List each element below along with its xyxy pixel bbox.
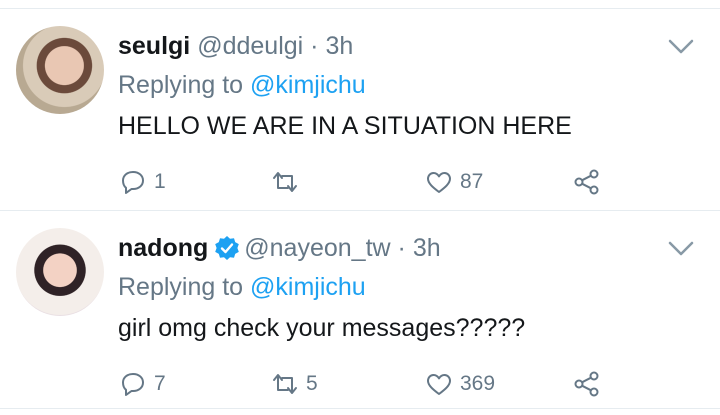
share-button[interactable] (572, 369, 602, 399)
reply-count: 7 (154, 372, 166, 395)
avatar[interactable] (16, 26, 104, 114)
share-icon (574, 169, 599, 195)
tweet-actions: 7 5 369 (118, 369, 678, 399)
share-icon (574, 371, 599, 397)
timestamp[interactable]: 3h (413, 234, 441, 262)
replying-to-label: Replying to (118, 273, 244, 301)
share-button[interactable] (572, 167, 602, 197)
separator-dot: · (310, 32, 319, 60)
avatar[interactable] (16, 228, 104, 316)
tweet-actions: 1 87 (118, 167, 678, 197)
retweet-button[interactable] (270, 167, 306, 197)
replying-to-label: Replying to (118, 71, 244, 99)
reply-button[interactable]: 7 (118, 369, 166, 399)
chevron-down-icon[interactable] (668, 241, 694, 257)
reply-icon (122, 171, 144, 194)
display-name[interactable]: nadong (118, 234, 208, 262)
reply-icon (122, 373, 144, 396)
tweet-header: nadong @nayeon_tw · 3h (118, 233, 441, 263)
timestamp[interactable]: 3h (325, 32, 353, 60)
like-count: 369 (460, 372, 496, 395)
like-button[interactable]: 87 (424, 167, 483, 197)
top-divider (0, 0, 720, 9)
retweet-button[interactable]: 5 (270, 369, 318, 399)
like-button[interactable]: 369 (424, 369, 495, 399)
retweet-icon (273, 374, 297, 394)
display-name[interactable]: seulgi (118, 32, 190, 60)
retweet-icon (273, 172, 297, 192)
tweet-text: girl omg check your messages????? (118, 314, 526, 342)
replying-to: Replying to @kimjichu (118, 71, 366, 100)
user-handle[interactable]: @ddeulgi (197, 32, 303, 60)
like-icon (427, 172, 451, 193)
replying-to: Replying to @kimjichu (118, 273, 366, 302)
separator-dot: · (397, 234, 406, 262)
mention-link[interactable]: @kimjichu (250, 71, 366, 99)
user-handle[interactable]: @nayeon_tw (244, 234, 390, 262)
tweet-header: seulgi @ddeulgi · 3h (118, 31, 353, 61)
tweet[interactable]: seulgi @ddeulgi · 3h Replying to @kimjic… (0, 9, 720, 211)
verified-badge-icon (215, 236, 240, 260)
like-count: 87 (460, 170, 484, 193)
tweet-text: HELLO WE ARE IN A SITUATION HERE (118, 112, 572, 140)
tweet[interactable]: nadong @nayeon_tw · 3h Replying to @kimj… (0, 211, 720, 409)
reply-count: 1 (154, 170, 166, 193)
like-icon (427, 374, 451, 395)
mention-link[interactable]: @kimjichu (250, 273, 366, 301)
reply-button[interactable]: 1 (118, 167, 166, 197)
retweet-count: 5 (306, 372, 318, 395)
chevron-down-icon[interactable] (668, 39, 694, 55)
